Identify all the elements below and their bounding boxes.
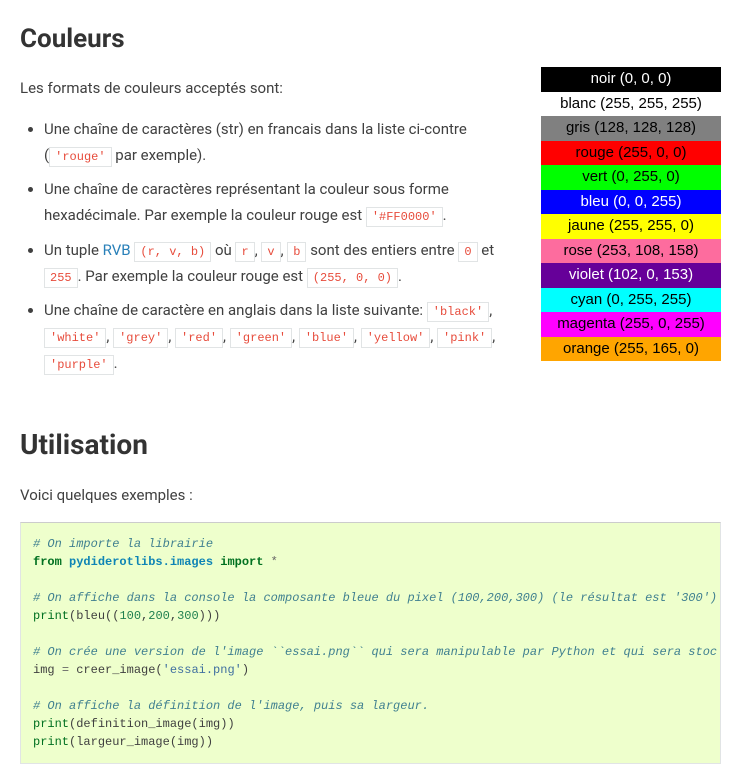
code-comment: # On affiche la définition de l'image, p… (33, 699, 429, 713)
heading-usage: Utilisation (20, 424, 721, 466)
code-literal: '#FF0000' (366, 207, 443, 227)
color-swatch: magenta (255, 0, 255) (541, 312, 721, 337)
text: par exemple). (112, 146, 207, 164)
code-literal: (255, 0, 0) (307, 268, 398, 288)
code-literal: 'black' (427, 302, 489, 322)
text: et (478, 241, 495, 259)
code-literal: b (287, 242, 306, 262)
colors-list: Une chaîne de caractères (str) en franca… (20, 116, 523, 376)
code-keyword: import (220, 555, 263, 569)
rvb-link[interactable]: RVB (103, 241, 131, 259)
colors-text-column: Les formats de couleurs acceptés sont: U… (20, 77, 523, 394)
color-swatch: orange (255, 165, 0) (541, 337, 721, 362)
code-text: (definition_image(img)) (69, 717, 235, 731)
code-literal: 'purple' (44, 355, 114, 375)
code-text: ) (242, 663, 249, 677)
code-comment: # On affiche dans la console la composan… (33, 591, 717, 605)
code-op: * (271, 555, 278, 569)
color-swatch: jaune (255, 255, 0) (541, 214, 721, 239)
code-literal: 'grey' (113, 328, 168, 348)
code-comment: # On importe la librairie (33, 537, 213, 551)
code-text: ))) (199, 609, 221, 623)
code-num: 300 (177, 609, 199, 623)
code-block: # On importe la librairie from pydiderot… (20, 522, 721, 764)
heading-colors: Couleurs (20, 20, 721, 59)
text: . Par exemple la couleur rouge est (78, 267, 307, 285)
code-text: creer_image( (69, 663, 163, 677)
colors-section: Les formats de couleurs acceptés sont: U… (20, 77, 721, 394)
text: Un tuple (44, 241, 103, 259)
code-literal: v (261, 242, 280, 262)
color-swatch: rose (253, 108, 158) (541, 239, 721, 264)
code-literal: 'red' (175, 328, 223, 348)
text: . (398, 267, 402, 285)
code-literal: (r, v, b) (134, 242, 211, 262)
code-module: pydiderotlibs.images (69, 555, 213, 569)
list-item: Une chaîne de caractère en anglais dans … (44, 297, 523, 376)
code-literal: 'yellow' (361, 328, 431, 348)
color-swatch: blanc (255, 255, 255) (541, 92, 721, 117)
text: . (443, 206, 447, 224)
usage-intro: Voici quelques exemples : (20, 484, 721, 507)
code-keyword: from (33, 555, 62, 569)
code-text: (bleu(( (69, 609, 119, 623)
code-string: 'essai.png' (163, 663, 242, 677)
text: . (114, 354, 118, 372)
text: sont des entiers entre (306, 241, 458, 259)
code-literal: 'white' (44, 328, 106, 348)
code-text: img (33, 663, 62, 677)
color-swatch: gris (128, 128, 128) (541, 116, 721, 141)
text: où (211, 241, 235, 259)
code-comment: # On crée une version de l'image ``essai… (33, 645, 717, 659)
code-op: = (62, 663, 69, 677)
code-literal: 255 (44, 268, 78, 288)
code-text: (largeur_image(img)) (69, 735, 213, 749)
color-swatch: cyan (0, 255, 255) (541, 288, 721, 313)
code-fn: print (33, 717, 69, 731)
text: Une chaîne de caractère en anglais dans … (44, 301, 427, 319)
code-fn: print (33, 735, 69, 749)
code-num: 200 (148, 609, 170, 623)
color-table: noir (0, 0, 0)blanc (255, 255, 255)gris … (541, 67, 721, 361)
color-swatch: bleu (0, 0, 255) (541, 190, 721, 215)
code-literal: 0 (458, 242, 477, 262)
code-literal: 'rouge' (49, 147, 111, 167)
code-literal: 'blue' (299, 328, 354, 348)
code-literal: r (235, 242, 254, 262)
code-num: 100 (119, 609, 141, 623)
code-fn: print (33, 609, 69, 623)
list-item: Un tuple RVB (r, v, b) où r, v, b sont d… (44, 237, 523, 290)
list-item: Une chaîne de caractères (str) en franca… (44, 116, 523, 169)
color-swatch: vert (0, 255, 0) (541, 165, 721, 190)
color-swatch: rouge (255, 0, 0) (541, 141, 721, 166)
color-swatch: noir (0, 0, 0) (541, 67, 721, 92)
color-swatch: violet (102, 0, 153) (541, 263, 721, 288)
colors-intro: Les formats de couleurs acceptés sont: (20, 77, 523, 100)
list-item: Une chaîne de caractères représentant la… (44, 176, 523, 229)
code-literal: 'green' (230, 328, 292, 348)
code-literal: 'pink' (437, 328, 492, 348)
